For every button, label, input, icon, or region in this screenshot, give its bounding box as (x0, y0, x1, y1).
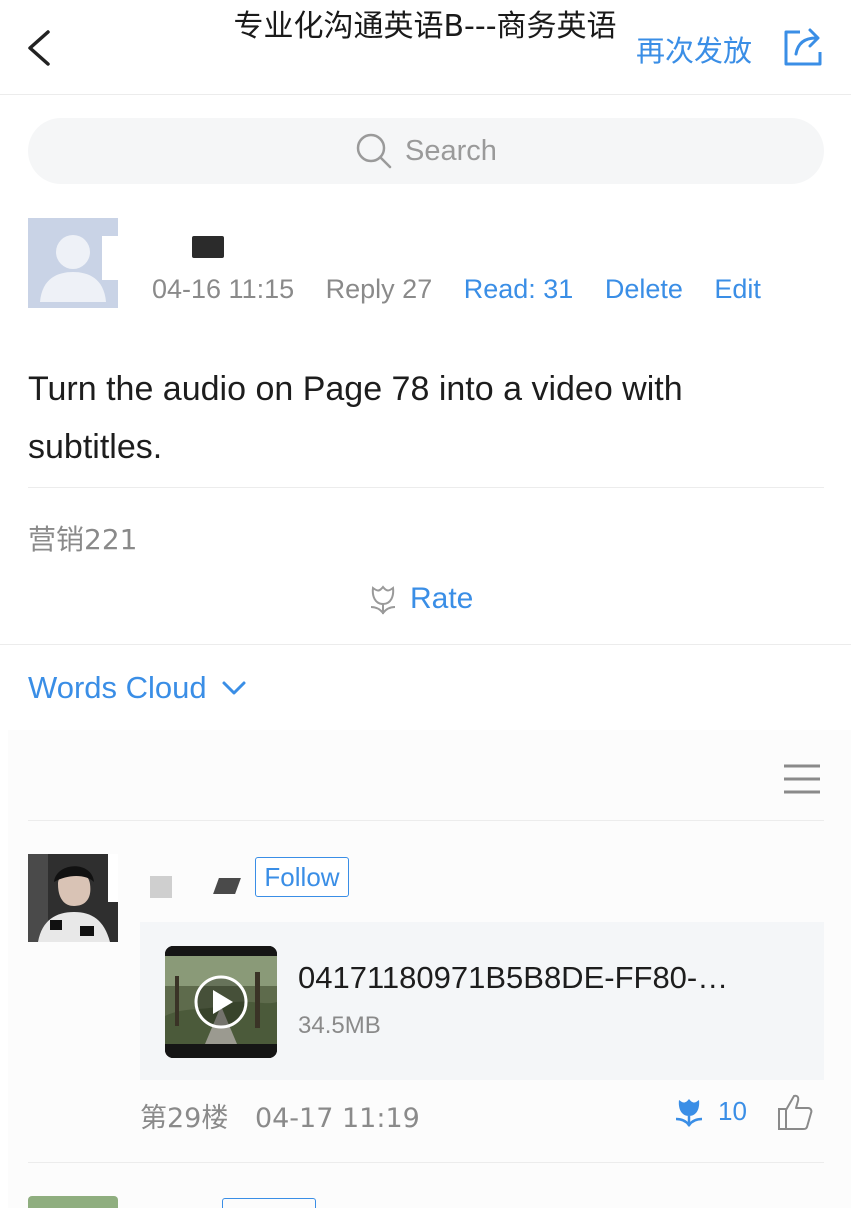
chevron-down-icon (222, 681, 246, 695)
rate-button[interactable]: Rate (366, 582, 473, 616)
share-button[interactable] (780, 24, 828, 70)
page-title: 专业化沟通英语B---商务英语 (233, 9, 617, 44)
divider (0, 644, 851, 645)
search-placeholder: Search (405, 134, 497, 167)
words-cloud-toggle[interactable]: Words Cloud (28, 670, 247, 706)
divider (28, 487, 824, 488)
attachment-filename: 04171180971B5B8DE-FF80-… (298, 960, 729, 995)
back-button[interactable] (22, 24, 62, 72)
rate-label: Rate (410, 582, 474, 615)
chevron-left-icon (28, 30, 50, 66)
next-follow-button[interactable] (222, 1198, 316, 1208)
search-bar[interactable]: Search (28, 118, 824, 184)
class-tag: 营销221 (28, 523, 138, 556)
flower-count-button[interactable]: 10 (672, 1094, 747, 1128)
reply-meta: 第29楼 04-17 11:19 (140, 1096, 438, 1135)
follow-button[interactable]: Follow (255, 857, 349, 897)
share-icon (784, 28, 822, 66)
sort-menu-button[interactable] (782, 762, 822, 796)
post-meta: 04-16 11:15 Reply 27 Read: 31 Delete Edi… (152, 274, 785, 305)
reply-author-redacted (150, 876, 172, 898)
edit-button[interactable]: Edit (714, 274, 761, 304)
top-bar: 专业化沟通英语B---商务英语 再次发放 (0, 0, 851, 95)
flower-icon (675, 1099, 703, 1128)
repost-button[interactable]: 再次发放 (636, 28, 752, 70)
post-content: Turn the audio on Page 78 into a video w… (28, 370, 683, 466)
reply-count: Reply 27 (325, 274, 433, 304)
author-name-redacted (192, 236, 224, 258)
search-icon (356, 133, 392, 169)
play-icon (194, 975, 248, 1029)
user-photo (28, 854, 118, 942)
floor-number: 第29楼 (140, 1103, 229, 1134)
author-avatar[interactable] (28, 218, 118, 308)
video-thumbnail-image (165, 946, 277, 1058)
like-button[interactable] (776, 1092, 814, 1132)
delete-button[interactable]: Delete (605, 274, 683, 304)
hamburger-icon (784, 764, 820, 794)
reply-time: 04-17 11:19 (254, 1103, 420, 1134)
next-reply-avatar[interactable] (28, 1196, 118, 1208)
divider (28, 820, 824, 821)
video-thumbnail[interactable] (165, 946, 277, 1058)
flower-count: 10 (718, 1095, 747, 1126)
read-count-link[interactable]: Read: 31 (464, 274, 574, 304)
default-avatar-icon (28, 218, 118, 308)
words-cloud-label: Words Cloud (28, 670, 207, 705)
flower-icon (370, 585, 396, 615)
divider (28, 1162, 824, 1163)
reply-avatar[interactable] (28, 854, 118, 942)
attachment-size: 34.5MB (298, 1012, 381, 1039)
post-time: 04-16 11:15 (152, 274, 295, 304)
thumbs-up-icon (778, 1094, 813, 1130)
